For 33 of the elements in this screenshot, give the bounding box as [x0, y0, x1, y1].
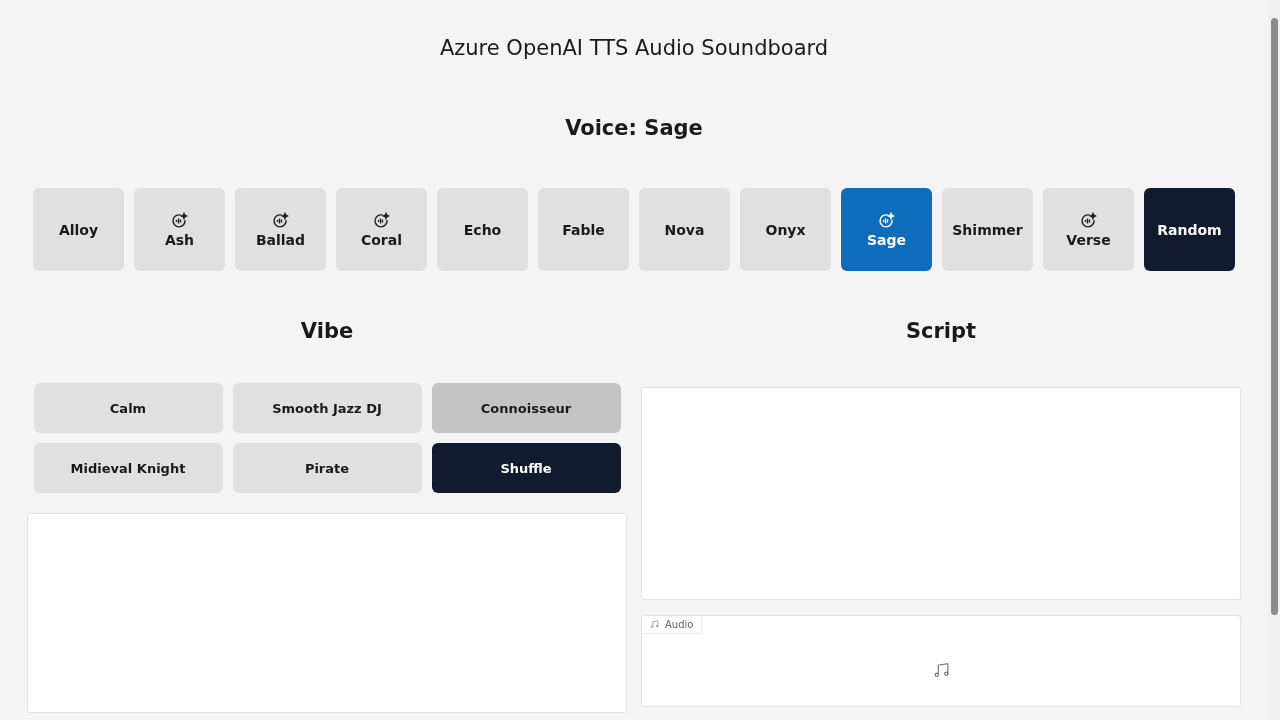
vibe-heading: Vibe — [300, 319, 354, 343]
voice-button[interactable]: Nova — [639, 188, 730, 271]
voice-sparkle-icon — [272, 211, 289, 229]
voice-button[interactable]: Coral — [336, 188, 427, 271]
voice-button[interactable]: Fable — [538, 188, 629, 271]
voice-heading: Voice: Sage — [565, 116, 703, 140]
voice-button[interactable]: Shimmer — [942, 188, 1033, 271]
voice-button[interactable]: Verse — [1043, 188, 1134, 271]
vibe-button[interactable]: Pirate — [232, 443, 422, 493]
voice-button[interactable]: Echo — [437, 188, 528, 271]
page-title: Azure OpenAI TTS Audio Soundboard — [439, 36, 829, 60]
voice-button[interactable]: Sage — [841, 188, 932, 271]
script-text-area[interactable] — [641, 387, 1241, 600]
voice-sparkle-icon — [373, 211, 390, 229]
voice-button[interactable]: Ash — [134, 188, 225, 271]
music-note-icon — [650, 620, 659, 629]
audio-label: Audio — [642, 616, 703, 634]
vibe-button[interactable]: Midieval Knight — [33, 443, 223, 493]
voice-button[interactable]: Alloy — [33, 188, 124, 271]
vibe-button[interactable]: Smooth Jazz DJ — [232, 383, 422, 433]
voice-button[interactable]: Ballad — [235, 188, 326, 271]
script-heading: Script — [905, 319, 977, 343]
voice-sparkle-icon — [171, 211, 188, 229]
voice-sparkle-icon — [1080, 211, 1097, 229]
voice-button[interactable]: Random — [1144, 188, 1235, 271]
vibe-button[interactable]: Calm — [33, 383, 223, 433]
voice-button[interactable]: Onyx — [740, 188, 831, 271]
vibe-text-area[interactable] — [27, 513, 627, 713]
voice-sparkle-icon — [878, 211, 895, 229]
vibe-button[interactable]: Shuffle — [431, 443, 621, 493]
scrollbar[interactable] — [1268, 0, 1280, 720]
music-note-icon — [932, 661, 950, 679]
vibe-button[interactable]: Connoisseur — [431, 383, 621, 433]
